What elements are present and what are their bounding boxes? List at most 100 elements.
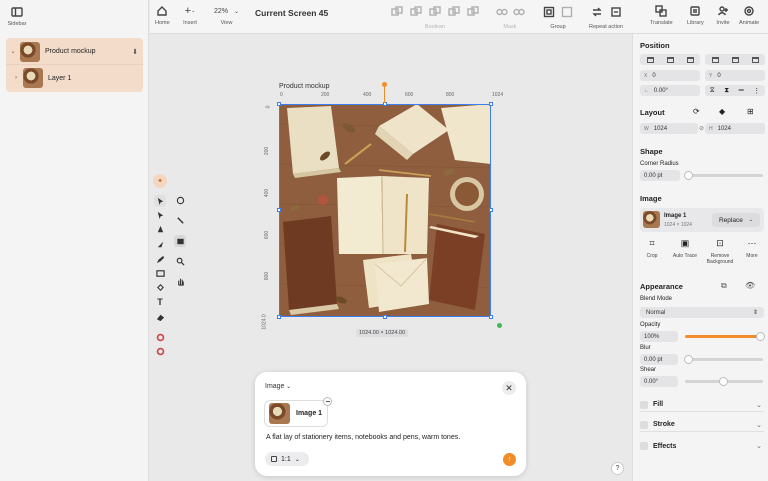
selection-box[interactable]	[279, 104, 491, 317]
animate-button[interactable]: Animate	[739, 5, 759, 26]
flip-group[interactable]: ⧖ ⧗ ═ ⋮	[705, 85, 765, 96]
auto-trace-button[interactable]: ▣ Auto Trace	[670, 238, 700, 259]
home-button[interactable]: Home	[155, 5, 170, 26]
x-field[interactable]: X0	[640, 70, 700, 81]
chevron-down-icon[interactable]: ⌄	[6, 48, 20, 55]
resize-handle[interactable]	[489, 315, 493, 319]
remove-background-button[interactable]: ⊡ Remove Background	[704, 238, 736, 265]
color-picker-tool-secondary[interactable]	[154, 345, 166, 357]
remove-attachment-button[interactable]	[323, 397, 332, 406]
pencil-tool[interactable]	[154, 253, 166, 265]
stroke-checkbox[interactable]	[640, 420, 648, 429]
more-icon[interactable]: ⋮	[753, 87, 760, 95]
slider-knob[interactable]	[719, 377, 728, 386]
prompt-text[interactable]: A flat lay of stationery items, notebook…	[266, 434, 460, 441]
line-tool[interactable]	[174, 214, 186, 226]
invite-button[interactable]: Invite	[716, 5, 730, 26]
frame-label[interactable]: Product mockup	[279, 83, 330, 90]
rotate-tool[interactable]	[174, 194, 186, 206]
image-source-card[interactable]: Image 1 1024 × 1024 Replace ⌄	[640, 208, 764, 232]
copy-style-icon[interactable]: ⧉	[721, 281, 727, 291]
color-picker-tool[interactable]	[154, 331, 166, 343]
blur-slider[interactable]	[684, 355, 763, 364]
text-tool[interactable]: T	[154, 296, 166, 308]
help-button[interactable]: ?	[611, 462, 624, 475]
close-button[interactable]: ✕	[502, 381, 516, 395]
visibility-icon[interactable]: 👁	[745, 281, 755, 290]
slider-knob[interactable]	[756, 332, 765, 341]
library-button[interactable]: Library	[687, 5, 704, 26]
fill-tool[interactable]	[154, 281, 166, 293]
ai-tool[interactable]: ✦	[153, 174, 167, 188]
align-center-icon[interactable]	[731, 56, 739, 63]
replace-dropdown[interactable]: Replace ⌄	[712, 213, 760, 227]
anchor-handle[interactable]	[497, 323, 502, 328]
y-field[interactable]: Y0	[705, 70, 765, 81]
flip-horizontal-icon[interactable]: ⧗	[724, 87, 729, 95]
sidebar-toggle-button[interactable]: Sidebar	[6, 6, 28, 27]
resize-handle[interactable]	[383, 315, 387, 319]
layer-item-product-mockup[interactable]: ⌄ Product mockup ⬇	[6, 39, 143, 65]
select-tool[interactable]	[154, 195, 166, 207]
flip-vertical-icon[interactable]: ⧖	[710, 87, 715, 95]
height-field[interactable]: H 1024	[705, 123, 765, 134]
vector-tool[interactable]	[154, 238, 166, 250]
resize-handle[interactable]	[277, 208, 281, 212]
document-title[interactable]: Current Screen 45	[255, 8, 328, 18]
align-middle-icon[interactable]	[666, 56, 674, 63]
rectangle-tool[interactable]	[154, 267, 166, 279]
repeat-duplicate-icon[interactable]	[609, 6, 623, 18]
effects-checkbox[interactable]	[640, 442, 648, 450]
stroke-section[interactable]: Stroke ⌄	[640, 418, 764, 432]
exclude-icon[interactable]	[447, 6, 461, 18]
send-button[interactable]: ↑	[503, 453, 516, 466]
opacity-field[interactable]: 100%	[640, 331, 678, 342]
corner-radius-slider[interactable]	[684, 171, 763, 180]
rotation-field[interactable]: ∟ 0.00°	[640, 85, 700, 96]
group-icon[interactable]	[542, 6, 556, 18]
crop-button[interactable]: ⌗ Crop	[640, 238, 664, 259]
zoom-view-button[interactable]: 22% ⌄ View	[214, 5, 239, 27]
resize-handle[interactable]	[489, 102, 493, 106]
subtract-icon[interactable]	[409, 6, 423, 18]
opacity-slider[interactable]	[685, 332, 765, 341]
corner-radius-field[interactable]: 0.00 pt	[640, 170, 680, 181]
slider-knob[interactable]	[684, 171, 693, 180]
align-vertical-group[interactable]	[640, 54, 700, 65]
resize-handle[interactable]	[277, 102, 281, 106]
shear-slider[interactable]	[685, 377, 763, 386]
eraser-tool[interactable]	[154, 311, 166, 323]
align-left-icon[interactable]	[711, 56, 719, 63]
resize-handle[interactable]	[277, 315, 281, 319]
effects-section[interactable]: Effects ⌄	[640, 439, 764, 453]
more-button[interactable]: ⋯ More	[742, 238, 762, 259]
blend-mode-select[interactable]: Normal ⇕	[640, 307, 764, 318]
mode-dropdown[interactable]: Image ⌄	[265, 383, 291, 390]
align-horizontal-group[interactable]	[705, 54, 765, 65]
ungroup-icon[interactable]	[560, 6, 574, 18]
layout-resize-icon[interactable]: ⟳	[693, 107, 700, 116]
distribute-icon[interactable]: ═	[739, 87, 744, 94]
aspect-ratio-dropdown[interactable]: 1:1 ⌄	[265, 452, 309, 466]
resize-handle[interactable]	[489, 208, 493, 212]
union-icon[interactable]	[390, 6, 404, 18]
width-field[interactable]: W 1024	[640, 123, 698, 134]
unmask-icon[interactable]	[512, 6, 525, 18]
layout-fit-icon[interactable]: ⊞	[747, 107, 754, 116]
blur-field[interactable]: 0.00 pt	[640, 354, 678, 365]
flatten-icon[interactable]	[466, 6, 480, 18]
shear-field[interactable]: 0.00°	[640, 376, 678, 387]
attachment-chip[interactable]: Image 1	[264, 400, 328, 427]
intersect-icon[interactable]	[428, 6, 442, 18]
repeat-icon[interactable]	[590, 6, 604, 18]
fill-checkbox[interactable]	[640, 400, 648, 409]
hand-tool[interactable]	[174, 275, 186, 287]
chevron-right-icon[interactable]: ›	[9, 75, 23, 81]
pen-tool[interactable]	[154, 223, 166, 235]
mask-icon[interactable]	[495, 6, 508, 18]
layout-layers-icon[interactable]: ◆	[719, 107, 725, 116]
translate-button[interactable]: Translate	[650, 5, 673, 26]
align-top-icon[interactable]	[646, 56, 654, 63]
lock-ratio-icon[interactable]: ⊘	[699, 125, 704, 132]
pin-icon[interactable]: ⬇	[132, 48, 138, 56]
